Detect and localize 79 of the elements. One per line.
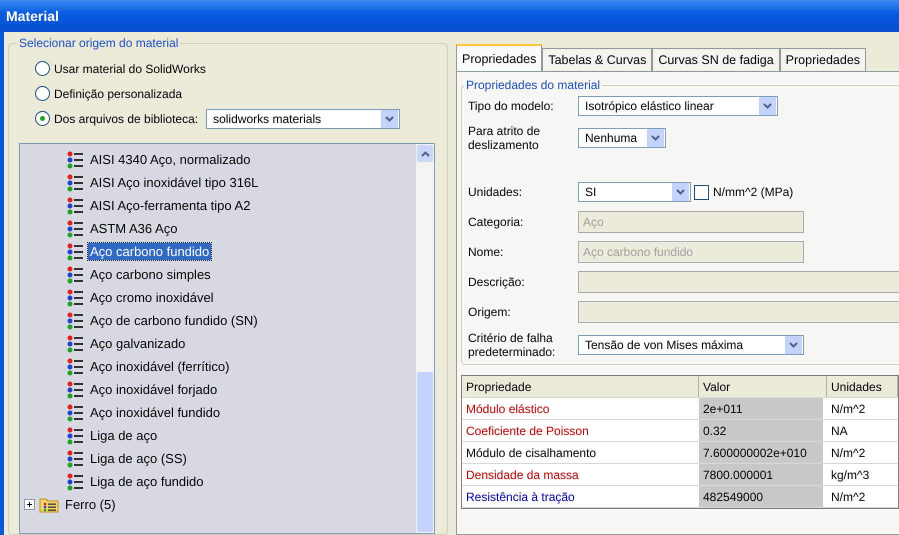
caret-icon <box>789 342 798 348</box>
tree-item[interactable]: Aço galvanizado <box>88 335 188 352</box>
tree-folder[interactable]: Ferro (5) <box>63 496 118 513</box>
radio-label: Dos arquivos de biblioteca: <box>54 112 198 126</box>
expand-icon[interactable] <box>24 499 35 510</box>
tree-item[interactable]: Aço de carbono fundido (SN) <box>88 312 260 329</box>
field-label: Para atrito de deslizamento <box>468 124 542 152</box>
checkbox[interactable] <box>694 184 709 200</box>
material-icon <box>66 380 84 398</box>
radio-button[interactable] <box>35 61 50 76</box>
tree-item[interactable]: ASTM A36 Aço <box>88 220 180 237</box>
radio-button[interactable] <box>35 111 50 126</box>
friction-select[interactable]: Nenhuma <box>578 128 666 148</box>
checkbox-label: N/mm^2 (MPa) <box>713 185 794 199</box>
column-header[interactable]: Valor <box>699 376 827 397</box>
field-label: Categoria: <box>468 215 524 229</box>
material-icon <box>66 266 84 284</box>
material-icon <box>66 220 84 238</box>
column-header[interactable]: Unidades <box>827 376 898 397</box>
field-label: Origem: <box>468 305 512 319</box>
tree-item[interactable]: Aço carbono fundido <box>88 243 212 260</box>
scroll-up-button[interactable] <box>417 145 433 162</box>
tree-item[interactable]: Aço inoxidável forjado <box>88 381 220 398</box>
tab[interactable]: Propriedades <box>456 44 542 71</box>
material-icon <box>66 150 84 168</box>
field-label: Critério de falha predeterminado: <box>468 331 556 359</box>
field-label: Tipo do modelo: <box>468 99 555 113</box>
material-icon <box>66 426 84 444</box>
radio-label: Usar material do SolidWorks <box>54 62 206 76</box>
tree-item[interactable]: Liga de aço <box>88 427 160 444</box>
group-legend: Propriedades do material <box>464 78 602 92</box>
caret-icon <box>385 116 394 122</box>
material-icon <box>66 450 84 468</box>
scroll-thumb[interactable] <box>417 372 433 532</box>
folder-icon <box>39 496 59 513</box>
tree-item[interactable]: Aço inoxidável (ferrítico) <box>88 358 232 375</box>
tree-item[interactable]: Aço carbono simples <box>88 266 213 283</box>
material-icon <box>66 358 84 376</box>
text-field[interactable] <box>578 271 899 293</box>
units-select[interactable]: SI <box>578 182 691 202</box>
material-icon <box>66 334 84 352</box>
library-select[interactable]: solidworks materials <box>206 108 400 128</box>
scrollbar[interactable] <box>416 144 434 533</box>
table-cell: 482549000 <box>699 486 823 507</box>
tree-item[interactable]: AISI Aço inoxidável tipo 316L <box>88 174 260 191</box>
failure-criterion-select[interactable]: Tensão de von Mises máxima <box>578 335 804 355</box>
column-header[interactable]: Propriedade <box>462 376 699 397</box>
window-title: Material <box>6 8 59 24</box>
model-type-select[interactable]: Isotrópico elástico linear <box>578 96 778 116</box>
group-legend: Selecionar origem do material <box>17 36 180 50</box>
material-icon <box>66 242 84 260</box>
material-icon <box>66 288 84 306</box>
tab[interactable]: Curvas SN de fadiga <box>652 48 780 71</box>
material-icon <box>66 312 84 330</box>
table-cell: 2e+011 <box>699 398 823 419</box>
tree-item[interactable]: AISI Aço-ferramenta tipo A2 <box>88 197 252 214</box>
tree-item[interactable]: Liga de aço fundido <box>88 473 206 490</box>
material-icon <box>66 196 84 214</box>
text-field[interactable] <box>578 301 899 323</box>
tree-item[interactable]: Aço cromo inoxidável <box>88 289 216 306</box>
table-cell: 7.600000002e+010 <box>699 442 823 463</box>
radio-button[interactable] <box>35 86 50 101</box>
field-label: Unidades: <box>468 185 524 199</box>
tree-item[interactable]: AISI 4340 Aço, normalizado <box>88 151 252 168</box>
table-cell: 7800.000001 <box>699 464 823 485</box>
material-icon <box>66 404 84 422</box>
tab[interactable]: Propriedades <box>780 48 866 71</box>
field-label: Nome: <box>468 245 504 259</box>
caret-icon <box>676 189 685 195</box>
caret-icon <box>651 135 660 141</box>
tree-item[interactable]: Liga de aço (SS) <box>88 450 189 467</box>
tree-item[interactable]: Aço inoxidável fundido <box>88 404 222 421</box>
radio-label: Definição personalizada <box>54 86 182 100</box>
field-label: Descrição: <box>468 275 526 289</box>
material-icon <box>66 174 84 192</box>
table-cell: 0.32 <box>699 420 823 441</box>
caret-icon <box>763 103 772 109</box>
material-icon <box>66 472 84 490</box>
tab[interactable]: Tabelas & Curvas <box>542 48 652 71</box>
